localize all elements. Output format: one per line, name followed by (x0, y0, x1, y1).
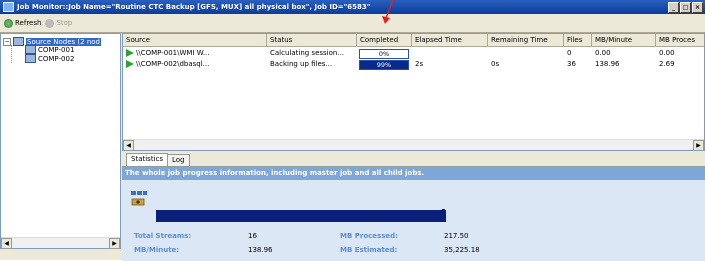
toolbar: Refresh Stop (0, 14, 705, 33)
computer-icon (25, 45, 36, 54)
tree-horizontal-scrollbar[interactable]: ◀ ▶ (1, 237, 120, 249)
completed-cell: 99% (357, 59, 412, 70)
column-mb-minute[interactable]: MB/Minute (592, 34, 656, 46)
window-controls: _ □ × (668, 2, 703, 13)
job-monitor-window: Job Monitor::Job Name="Routine CTC Backu… (0, 0, 705, 261)
computer-icon (25, 54, 36, 63)
remaining-cell: 0s (491, 60, 500, 68)
job-grid: Source Status Completed Elapsed Time Rem… (122, 33, 705, 151)
refresh-label: Refresh (15, 19, 42, 27)
scroll-left-icon[interactable]: ◀ (1, 238, 12, 249)
overall-progress-end (442, 209, 445, 221)
table-row[interactable]: \\COMP-002\dbasql... Backing up files...… (123, 59, 704, 70)
mb-minute-cell: 0.00 (595, 49, 611, 57)
refresh-icon (4, 18, 13, 28)
column-completed[interactable]: Completed (357, 34, 412, 46)
column-files[interactable]: Files (564, 34, 592, 46)
source-text: \\COMP-002\dbasql... (136, 60, 210, 68)
scroll-right-icon[interactable]: ▶ (693, 140, 704, 150)
tree-node-label: COMP-001 (38, 45, 75, 54)
tree-node-comp-002[interactable]: COMP-002 (25, 54, 74, 63)
statistics-body: Total Streams: 16 MB/Minute: 138.96 MB P… (122, 180, 705, 261)
statistics-banner: The whole job progress information, incl… (122, 167, 705, 180)
stop-icon (45, 18, 55, 28)
tab-statistics[interactable]: Statistics (126, 153, 168, 167)
mb-estimated-value: 35,225.18 (444, 246, 480, 254)
scroll-left-icon[interactable]: ◀ (123, 140, 134, 150)
window-title: Job Monitor::Job Name="Routine CTC Backu… (17, 3, 371, 11)
title-bar[interactable]: Job Monitor::Job Name="Routine CTC Backu… (0, 0, 705, 14)
row-progress-bar: 99% (359, 60, 409, 70)
grid-header: Source Status Completed Elapsed Time Rem… (123, 34, 704, 47)
row-progress-text: 0% (378, 50, 390, 58)
mb-minute-label: MB/Minute: (134, 246, 180, 254)
files-cell: 36 (567, 60, 576, 68)
refresh-button[interactable]: Refresh (4, 18, 42, 28)
elapsed-cell: 2s (415, 60, 424, 68)
source-cell: \\COMP-002\dbasql... (123, 59, 267, 70)
stop-label: Stop (56, 19, 73, 27)
column-status[interactable]: Status (267, 34, 357, 46)
remaining-cell (488, 48, 564, 59)
annotation-arrow-icon (382, 0, 394, 24)
collapse-icon[interactable]: − (3, 37, 11, 46)
maximize-button[interactable]: □ (680, 2, 691, 13)
column-source[interactable]: Source (123, 34, 267, 46)
mb-processed-cell: 0.00 (659, 49, 675, 57)
source-text: \\COMP-001\WMI W... (136, 49, 210, 57)
row-progress-bar: 0% (359, 49, 409, 59)
detail-tabs: Statistics Log (122, 152, 705, 167)
job-tapes-icon (131, 191, 147, 206)
elapsed-cell (412, 48, 488, 59)
overall-progress-bar (156, 210, 446, 222)
table-row[interactable]: \\COMP-001\WMI W... Calculating session.… (123, 48, 704, 59)
computer-group-icon (13, 37, 24, 46)
mb-processed-cell: 2.69 (659, 60, 675, 68)
column-mb-processed[interactable]: MB Proces (656, 34, 704, 46)
mb-estimated-label: MB Estimated: (340, 246, 398, 254)
statistics-panel: The whole job progress information, incl… (122, 166, 705, 261)
close-button[interactable]: × (692, 2, 703, 13)
stop-button[interactable]: Stop (45, 18, 73, 28)
source-cell: \\COMP-001\WMI W... (123, 48, 267, 59)
mb-minute-cell: 138.96 (595, 60, 620, 68)
grid-horizontal-scrollbar[interactable]: ◀ ▶ (123, 139, 704, 150)
mb-processed-label: MB Processed: (340, 232, 398, 240)
source-nodes-tree[interactable]: − Source Nodes (2 nod COMP-001 COMP-002 … (0, 33, 121, 249)
running-job-icon (126, 60, 134, 68)
files-cell: 0 (567, 49, 572, 57)
tab-log[interactable]: Log (167, 154, 190, 166)
column-remaining-time[interactable]: Remaining Time (488, 34, 564, 46)
tree-connector (11, 45, 13, 63)
total-streams-label: Total Streams: (134, 232, 192, 240)
status-cell: Backing up files... (270, 60, 333, 68)
app-icon (3, 2, 14, 12)
minimize-button[interactable]: _ (668, 2, 679, 13)
tree-node-comp-001[interactable]: COMP-001 (25, 45, 74, 54)
running-job-icon (126, 49, 134, 57)
scroll-right-icon[interactable]: ▶ (109, 238, 120, 249)
total-streams-value: 16 (248, 232, 257, 240)
status-cell: Calculating session... (270, 49, 345, 57)
tree-node-label: COMP-002 (38, 54, 75, 63)
mb-minute-value: 138.96 (248, 246, 273, 254)
completed-cell: 0% (357, 48, 412, 59)
mb-processed-value: 217.50 (444, 232, 469, 240)
row-progress-text: 99% (376, 61, 392, 69)
column-elapsed-time[interactable]: Elapsed Time (412, 34, 488, 46)
